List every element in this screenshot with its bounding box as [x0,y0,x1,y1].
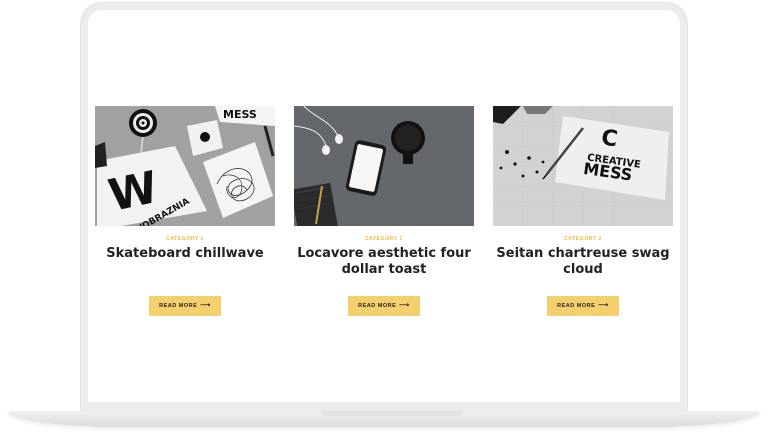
read-more-label: READ MORE [159,303,198,309]
laptop-screen: MESS W WYOBRAZNIA CATEGORY 1 Skateboard … [88,10,680,402]
read-more-button[interactable]: READ MORE ⟶ [149,296,221,316]
post-image[interactable] [294,106,474,226]
read-more-label: READ MORE [358,303,397,309]
post-card: MESS W WYOBRAZNIA CATEGORY 1 Skateboard … [95,106,275,316]
read-more-button[interactable]: READ MORE ⟶ [348,296,420,316]
svg-text:MESS: MESS [223,108,257,121]
post-title[interactable]: Seitan chartreuse swag cloud [494,246,672,280]
laptop-notch [321,411,463,416]
post-image[interactable]: C CREATIVE MESS [493,106,673,226]
laptop-base [8,411,760,427]
read-more-button[interactable]: READ MORE ⟶ [547,296,619,316]
read-more-label: READ MORE [557,303,596,309]
post-card: CATEGORY 1 Locavore aesthetic four dolla… [294,106,474,316]
post-title[interactable]: Skateboard chillwave [96,246,274,280]
arrow-right-icon: ⟶ [598,302,609,309]
post-category[interactable]: CATEGORY 1 [95,236,275,242]
arrow-right-icon: ⟶ [399,302,410,309]
svg-text:C: C [600,125,619,152]
post-title[interactable]: Locavore aesthetic four dollar toast [295,246,473,280]
post-category[interactable]: CATEGORY 1 [294,236,474,242]
arrow-right-icon: ⟶ [200,302,211,309]
laptop-mockup: MESS W WYOBRAZNIA CATEGORY 1 Skateboard … [0,0,768,432]
post-image[interactable]: MESS W WYOBRAZNIA [95,106,275,226]
post-card: C CREATIVE MESS CATEGORY 2 Seitan chartr… [493,106,673,316]
svg-text:W: W [104,162,162,222]
post-category[interactable]: CATEGORY 2 [493,236,673,242]
